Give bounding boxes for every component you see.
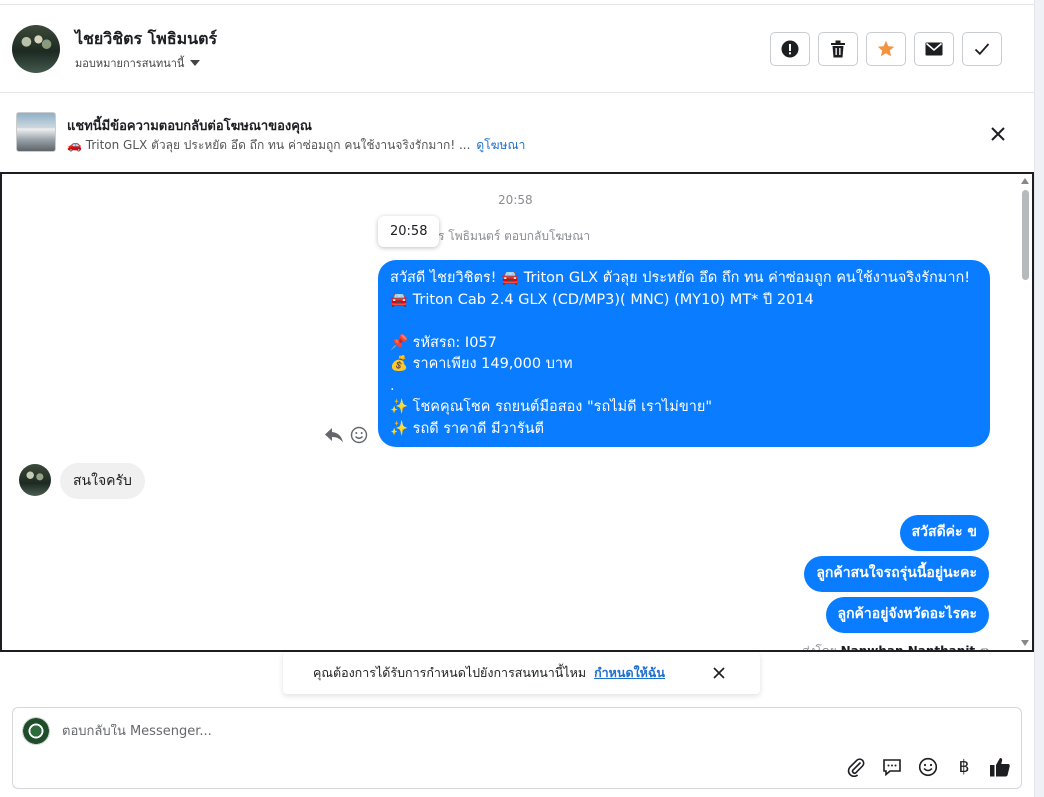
help-icon[interactable]: ? — [979, 648, 990, 650]
time-tooltip: 20:58 — [378, 216, 440, 247]
emoji-reaction-icon[interactable] — [350, 426, 368, 448]
mail-icon — [925, 42, 943, 56]
reply-input[interactable] — [62, 724, 762, 739]
scroll-up-arrow[interactable] — [1021, 178, 1029, 184]
assign-to-me-link[interactable]: กำหนดให้ฉัน — [594, 663, 665, 683]
mark-unread-button[interactable] — [914, 32, 954, 66]
star-icon — [877, 40, 895, 58]
emoji-icon[interactable] — [917, 756, 939, 778]
spam-icon — [781, 40, 799, 58]
outgoing-ad-message[interactable]: สวัสดี ไชยวิชิตร! 🚘 Triton GLX ตัวลุย ปร… — [378, 260, 990, 447]
baht-icon[interactable]: ฿ — [953, 756, 975, 778]
star-button[interactable] — [866, 32, 906, 66]
outgoing-message[interactable]: สวัสดีค่ะ ข — [899, 515, 989, 551]
ad-banner-subtitle: 🚗 Triton GLX ตัวลุย ประหยัด อึด ถึก ทน ค… — [67, 136, 525, 155]
trash-icon — [830, 40, 846, 58]
avatar[interactable] — [12, 25, 60, 73]
scrollbar-thumb[interactable] — [1022, 190, 1029, 280]
incoming-message[interactable]: สนใจครับ — [60, 463, 145, 499]
mark-done-button[interactable] — [962, 32, 1002, 66]
sender-name: Nanwhan Nanthanit — [840, 644, 976, 652]
ad-reply-banner: แชทนี้มีข้อความตอบกลับต่อโฆษณาของคุณ 🚗 T… — [0, 94, 1034, 172]
sent-by-label: ส่งโดย Nanwhan Nanthanit ? — [802, 642, 990, 652]
contact-avatar — [19, 464, 51, 496]
contact-name[interactable]: ไชยวิชิตร โพธิมนตร์ — [75, 27, 217, 52]
page-avatar — [22, 717, 50, 745]
message-actions — [324, 426, 368, 448]
caret-down-icon — [190, 60, 201, 66]
outgoing-message[interactable]: ลูกค้าอยู่จังหวัดอะไรคะ — [825, 597, 989, 633]
message-thread[interactable]: 20:58 ร โพธิมนตร์ ตอบกลับโฆษณา 20:58 สวั… — [0, 172, 1034, 652]
check-icon — [974, 42, 990, 56]
message-timestamp: 20:58 — [498, 193, 533, 207]
reply-icon[interactable] — [324, 426, 344, 448]
page-scroll-edge — [1034, 0, 1044, 797]
assign-reminder-bar: คุณต้องการได้รับการกำหนดไปยังการสนทนานี้… — [283, 652, 760, 694]
ad-thumbnail — [16, 112, 56, 152]
ad-banner-title: แชทนี้มีข้อความตอบกลับต่อโฆษณาของคุณ — [67, 119, 312, 134]
paperclip-icon[interactable] — [845, 756, 867, 778]
outgoing-message[interactable]: ลูกค้าสนใจรถรุ่นนี้อยู่นะคะ — [804, 556, 989, 592]
ad-text: 🚗 Triton GLX ตัวลุย ประหยัด อึด ถึก ทน ค… — [67, 138, 471, 152]
reminder-text: คุณต้องการได้รับการกำหนดไปยังการสนทนานี้… — [313, 665, 587, 680]
assign-label: มอบหมายการสนทนานี้ — [75, 57, 185, 70]
delete-button[interactable] — [818, 32, 858, 66]
close-icon[interactable] — [711, 665, 727, 681]
scroll-down-arrow[interactable] — [1021, 640, 1029, 646]
message-composer: ฿ — [12, 707, 1022, 789]
sent-by-prefix: ส่งโดย — [802, 644, 837, 652]
inbox-page: ไชยวิชิตร โพธิมนตร์ มอบหมายการสนทนานี้ แ… — [0, 0, 1044, 797]
mark-spam-button[interactable] — [770, 32, 810, 66]
ad-reply-note: ร โพธิมนตร์ ตอบกลับโฆษณา — [438, 229, 591, 243]
saved-reply-icon[interactable] — [881, 756, 903, 778]
close-icon[interactable] — [988, 124, 1008, 144]
assign-conversation-dropdown[interactable]: มอบหมายการสนทนานี้ — [75, 54, 201, 72]
like-icon[interactable] — [989, 756, 1011, 778]
view-ad-link[interactable]: ดูโฆษณา — [476, 138, 525, 152]
conversation-header: ไชยวิชิตร โพธิมนตร์ มอบหมายการสนทนานี้ — [0, 4, 1034, 93]
